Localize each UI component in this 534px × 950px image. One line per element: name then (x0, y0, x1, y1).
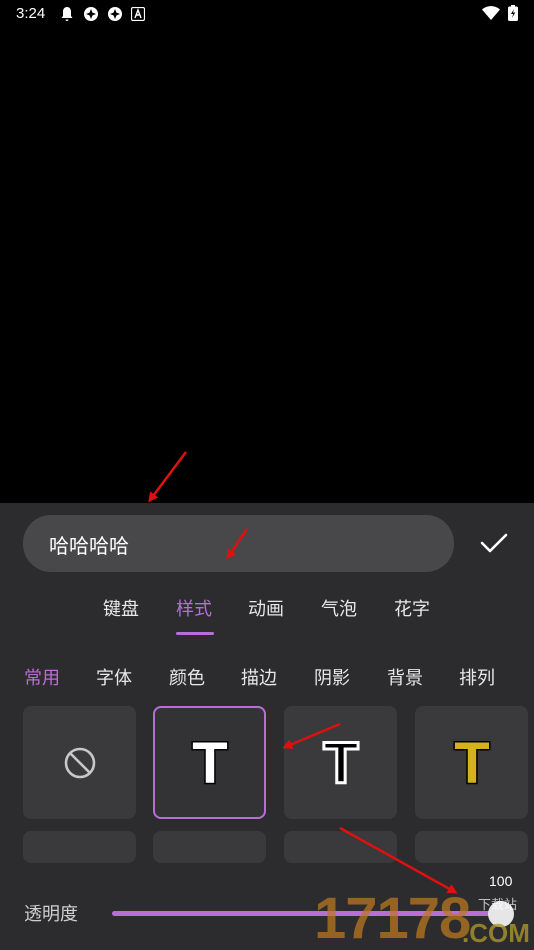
confirm-button[interactable] (472, 523, 516, 563)
opacity-bar: 透明度 100 (0, 863, 534, 950)
style-preset-tile[interactable] (153, 831, 266, 863)
svg-text:T: T (192, 733, 227, 793)
app-icon (84, 7, 98, 21)
tab-bubble[interactable]: 气泡 (321, 595, 357, 621)
subtab-font[interactable]: 字体 (96, 664, 132, 690)
subtab-background[interactable]: 背景 (387, 664, 423, 690)
subtab-stroke[interactable]: 描边 (241, 664, 277, 690)
text-style-icon: T (452, 733, 490, 793)
app-icon (108, 7, 122, 21)
checkmark-icon (480, 533, 508, 553)
active-tab-indicator (176, 632, 214, 635)
style-preset-none[interactable] (23, 706, 136, 819)
svg-text:T: T (454, 733, 489, 793)
video-preview[interactable] (0, 28, 534, 503)
style-preset-tile[interactable] (415, 831, 528, 863)
no-style-icon (64, 747, 95, 778)
text-edit-panel: 哈哈哈哈 键盘 样式 动画 气泡 花字 常用 字体 颜色 描边 阴影 背景 排列… (0, 503, 534, 950)
text-style-icon: T (190, 733, 228, 793)
wifi-icon (482, 6, 500, 20)
keyboard-a-icon (131, 7, 145, 21)
status-time: 3:24 (16, 5, 46, 22)
tab-style[interactable]: 样式 (176, 595, 212, 621)
subtab-shadow[interactable]: 阴影 (314, 664, 350, 690)
text-style-icon: T (321, 733, 359, 793)
status-icons-right (482, 5, 518, 21)
style-preset-tile[interactable] (23, 831, 136, 863)
style-preset-white-outline[interactable]: T (153, 706, 266, 819)
sub-tabs: 常用 字体 颜色 描边 阴影 背景 排列 (0, 661, 534, 697)
text-input[interactable]: 哈哈哈哈 (23, 515, 454, 572)
subtab-arrange[interactable]: 排列 (459, 664, 495, 690)
notification-bell-icon (61, 7, 73, 21)
style-preset-tile[interactable] (284, 831, 397, 863)
opacity-slider-thumb[interactable] (488, 901, 514, 927)
opacity-value: 100 (489, 873, 513, 889)
svg-text:T: T (323, 733, 358, 793)
status-icons-left (59, 6, 145, 22)
status-bar: 3:24 (0, 0, 534, 28)
battery-charging-icon (508, 5, 518, 21)
opacity-slider[interactable] (112, 911, 502, 916)
style-preset-white-black-stroke[interactable]: T (284, 706, 397, 819)
tab-animation[interactable]: 动画 (248, 595, 284, 621)
tab-fancy-text[interactable]: 花字 (394, 595, 430, 621)
opacity-label: 透明度 (24, 904, 78, 925)
tab-keyboard[interactable]: 键盘 (103, 595, 139, 621)
main-tabs: 键盘 样式 动画 气泡 花字 (0, 587, 534, 637)
style-preset-gold[interactable]: T (415, 706, 528, 819)
subtab-common[interactable]: 常用 (24, 664, 60, 690)
text-input-value: 哈哈哈哈 (49, 534, 129, 558)
subtab-color[interactable]: 颜色 (169, 664, 205, 690)
